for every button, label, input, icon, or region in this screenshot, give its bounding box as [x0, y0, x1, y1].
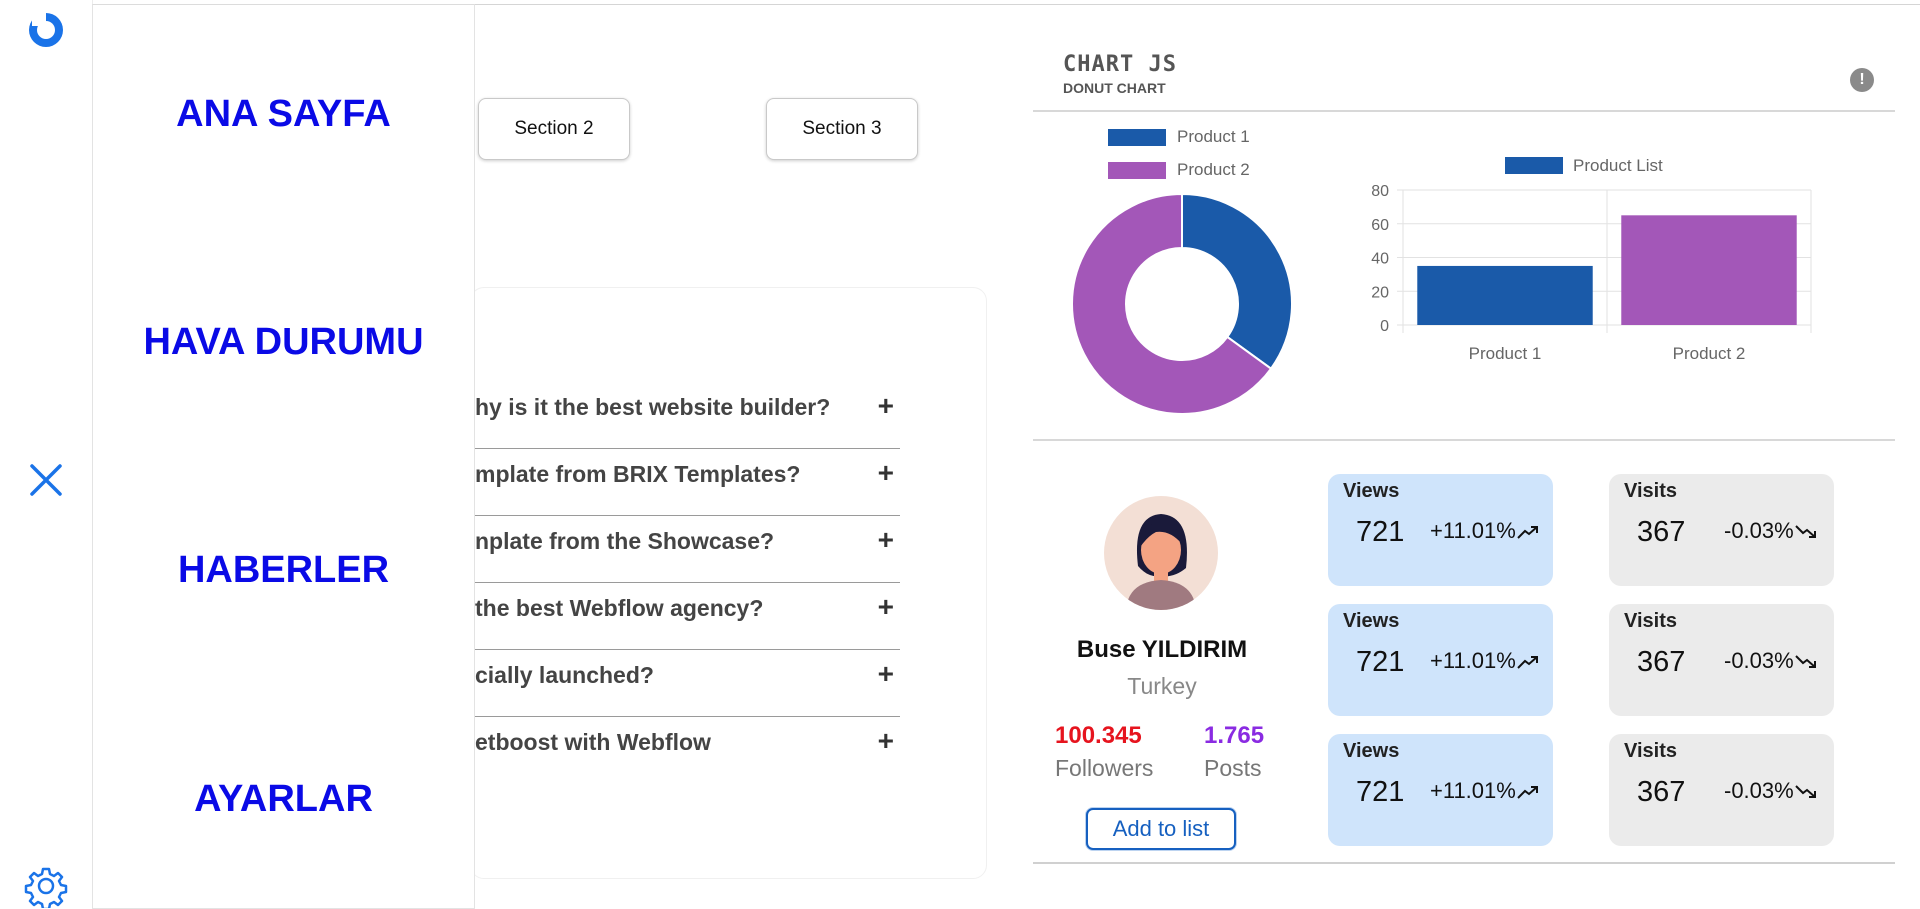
faq-item[interactable]: mplate from BRIX Templates? + — [475, 449, 900, 516]
donut-legend-swatch — [1108, 129, 1166, 146]
change-text: +11.01% — [1430, 648, 1516, 673]
visits-card: Visits 367 -0.03% — [1609, 734, 1834, 846]
card-change: +11.01% — [1430, 778, 1539, 804]
faq-question: nplate from the Showcase? — [475, 528, 775, 554]
bar-y-tick: 0 — [1380, 318, 1389, 335]
followers-count: 100.345 — [1055, 722, 1142, 749]
plus-icon[interactable]: + — [878, 725, 894, 757]
donut-slice — [1181, 192, 1293, 371]
card-change: +11.01% — [1430, 648, 1539, 674]
donut-legend-label: Product 1 — [1177, 127, 1250, 146]
info-icon[interactable]: ! — [1850, 68, 1874, 92]
plus-icon[interactable]: + — [878, 591, 894, 623]
posts-count: 1.765 — [1204, 722, 1265, 749]
menu-item-ana-sayfa[interactable]: ANA SAYFA — [93, 93, 474, 136]
faq-item[interactable]: hy is it the best website builder? + — [475, 382, 900, 449]
chart-card-divider — [1033, 439, 1895, 441]
faq-item[interactable]: the best Webflow agency? + — [475, 583, 900, 650]
card-value: 721 — [1356, 776, 1405, 808]
faq-item[interactable]: etboost with Webflow + — [475, 717, 900, 783]
section-3-button[interactable]: Section 3 — [766, 98, 918, 160]
chart-card-title: CHART JS — [1063, 52, 1177, 77]
faq-question: etboost with Webflow — [475, 729, 711, 755]
bar — [1417, 265, 1593, 325]
plus-icon[interactable]: + — [878, 457, 894, 489]
bar-y-tick: 40 — [1371, 251, 1389, 268]
card-label: Visits — [1624, 740, 1677, 762]
bar-legend-swatch — [1505, 157, 1563, 174]
views-card: Views 721 +11.01% — [1328, 474, 1553, 586]
card-label: Views — [1343, 740, 1400, 762]
card-change: +11.01% — [1430, 518, 1539, 544]
card-value: 367 — [1637, 516, 1686, 548]
menu-item-hava-durumu[interactable]: HAVA DURUMU — [93, 321, 474, 364]
followers-label: Followers — [1055, 755, 1154, 781]
change-text: -0.03% — [1724, 518, 1794, 543]
bar-y-tick: 20 — [1371, 284, 1389, 301]
visits-card: Visits 367 -0.03% — [1609, 604, 1834, 716]
chart-card-subtitle: DONUT CHART — [1063, 80, 1166, 96]
add-to-list-button[interactable]: Add to list — [1086, 808, 1236, 850]
menu-item-haberler[interactable]: HABERLER — [93, 549, 474, 592]
views-card: Views 721 +11.01% — [1328, 734, 1553, 846]
avatar-illustration — [1126, 514, 1196, 610]
plus-icon[interactable]: + — [878, 524, 894, 556]
bar-x-tick: Product 1 — [1469, 344, 1542, 363]
close-icon[interactable] — [26, 460, 66, 500]
charts-area: Product 1 Product 2 Product List 0 20 40 60 80 P… — [1071, 127, 1812, 415]
card-value: 367 — [1637, 776, 1686, 808]
menu-item-ayarlar[interactable]: AYARLAR — [93, 778, 474, 821]
change-text: +11.01% — [1430, 778, 1516, 803]
faq-question: the best Webflow agency? — [475, 595, 764, 621]
views-card: Views 721 +11.01% — [1328, 604, 1553, 716]
donut-legend-swatch — [1108, 162, 1166, 179]
bar-y-tick: 80 — [1371, 183, 1389, 200]
bar-legend-label: Product List — [1573, 156, 1663, 175]
trend-up-icon — [1517, 656, 1538, 669]
chart-card-header: CHART JS DONUT CHART — [1033, 38, 1895, 112]
bar-y-tick: 60 — [1371, 217, 1389, 234]
avatar — [1104, 496, 1218, 610]
plus-icon[interactable]: + — [878, 658, 894, 690]
card-change: -0.03% — [1724, 518, 1817, 544]
card-label: Views — [1343, 480, 1400, 502]
card-label: Views — [1343, 610, 1400, 632]
profile-country: Turkey — [1127, 673, 1197, 699]
faq-question: hy is it the best website builder? — [475, 394, 831, 420]
change-text: -0.03% — [1724, 648, 1794, 673]
card-change: -0.03% — [1724, 648, 1817, 674]
card-value: 721 — [1356, 516, 1405, 548]
card-change: -0.03% — [1724, 778, 1817, 804]
bar — [1621, 215, 1797, 325]
plus-icon[interactable]: + — [878, 390, 894, 422]
posts-label: Posts — [1204, 755, 1262, 781]
profile-divider — [1033, 862, 1895, 864]
logo-icon[interactable] — [22, 4, 68, 50]
card-label: Visits — [1624, 480, 1677, 502]
faq-question: cially launched? — [475, 662, 654, 688]
icon-rail — [0, 0, 93, 909]
trend-down-icon — [1795, 525, 1816, 539]
change-text: -0.03% — [1724, 778, 1794, 803]
change-text: +11.01% — [1430, 518, 1516, 543]
faq-question: mplate from BRIX Templates? — [475, 461, 801, 487]
section-2-button[interactable]: Section 2 — [478, 98, 630, 160]
bar-x-tick: Product 2 — [1673, 344, 1746, 363]
card-value: 367 — [1637, 646, 1686, 678]
side-menu: ANA SAYFA HAVA DURUMU HABERLER AYARLAR — [92, 4, 475, 909]
trend-down-icon — [1795, 785, 1816, 799]
card-label: Visits — [1624, 610, 1677, 632]
trend-up-icon — [1517, 786, 1538, 799]
card-value: 721 — [1356, 646, 1405, 678]
trend-up-icon — [1517, 526, 1538, 539]
faq-item[interactable]: nplate from the Showcase? + — [475, 516, 900, 583]
gear-icon[interactable] — [24, 864, 68, 908]
profile-name: Buse YILDIRIM — [1076, 636, 1248, 663]
trend-down-icon — [1795, 655, 1816, 669]
donut-legend-label: Product 2 — [1177, 160, 1250, 179]
visits-card: Visits 367 -0.03% — [1609, 474, 1834, 586]
faq-item[interactable]: cially launched? + — [475, 650, 900, 717]
